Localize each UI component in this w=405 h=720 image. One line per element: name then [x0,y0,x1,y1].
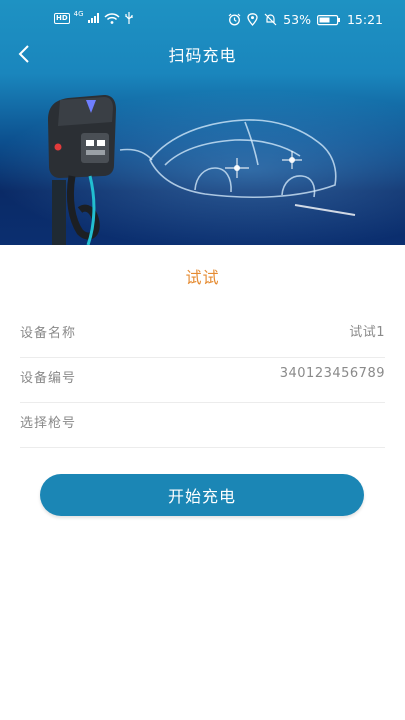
device-name-label: 设备名称 [20,326,77,341]
title-bar: 扫码充电 [0,38,405,70]
device-number-row: 设备编号 340123456789 [20,357,385,403]
select-gun-label: 选择枪号 [20,416,77,431]
page-title: 扫码充电 [168,46,237,65]
hd-badge: HD [54,12,70,24]
clock: 15:21 [346,12,383,27]
signal-icon [87,13,99,23]
status-right: 53% 15:21 [228,12,383,27]
alarm-icon [228,13,241,26]
device-name-value: 试试1 [349,325,385,340]
mute-bell-icon [264,13,277,26]
select-gun-row[interactable]: 选择枪号 [20,402,385,448]
wifi-icon [104,12,120,24]
battery-icon [316,14,340,25]
device-number-label: 设备编号 [20,371,77,386]
usb-icon [124,12,133,24]
status-left: HD 4G [54,10,134,24]
location-icon [247,13,258,26]
start-charging-button[interactable]: 开始充电 [40,474,364,516]
battery-percent: 53% [283,12,311,27]
device-title: 试试 [185,268,220,287]
device-number-value: 340123456789 [279,366,385,381]
status-bar: HD 4G 53% 15:21 [0,0,405,38]
device-name-row: 设备名称 试试1 [20,312,385,358]
network-type: 4G [73,10,84,18]
